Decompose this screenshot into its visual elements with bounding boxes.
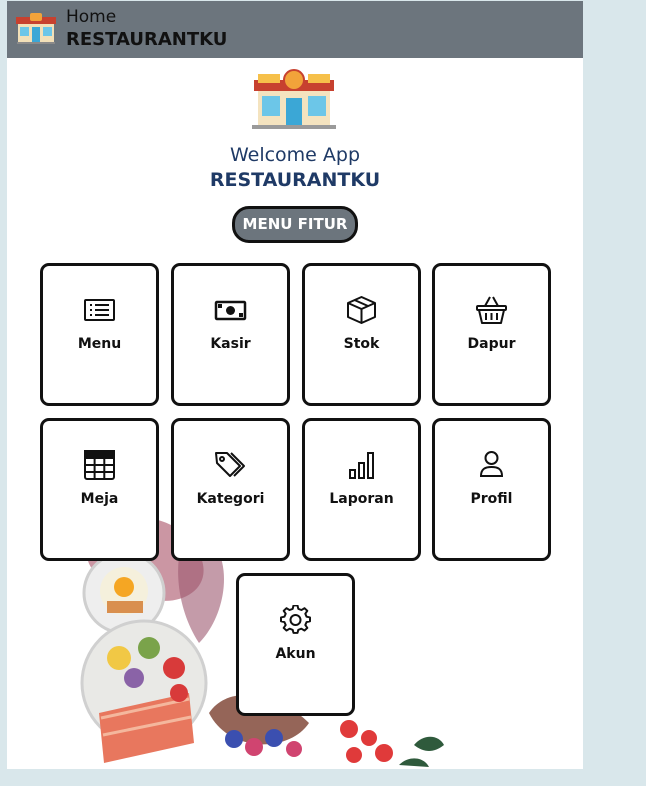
feature-label: Stok <box>343 336 380 352</box>
list-icon <box>84 299 115 321</box>
feature-card-menu[interactable]: Menu <box>40 263 159 406</box>
box-icon <box>347 296 376 324</box>
feature-label: Kategori <box>196 491 265 507</box>
feature-card-laporan[interactable]: Laporan <box>302 418 421 561</box>
app-header: Home RESTAURANTKU <box>7 1 583 58</box>
feature-label: Kasir <box>210 336 251 352</box>
feature-label: Laporan <box>329 491 394 507</box>
feature-card-dapur[interactable]: Dapur <box>432 263 551 406</box>
feature-card-profil[interactable]: Profil <box>432 418 551 561</box>
header-subtitle: RESTAURANTKU <box>66 29 228 50</box>
menu-fitur-button[interactable]: MENU FITUR <box>232 206 358 243</box>
feature-label: Akun <box>275 646 316 662</box>
header-title: Home <box>66 7 117 27</box>
feature-card-kategori[interactable]: Kategori <box>171 418 290 561</box>
basket-icon <box>476 296 507 324</box>
feature-card-stok[interactable]: Stok <box>302 263 421 406</box>
feature-label: Profil <box>470 491 513 507</box>
cash-icon <box>214 300 247 321</box>
bar-chart-icon <box>349 452 374 479</box>
feature-card-akun[interactable]: Akun <box>236 573 355 716</box>
welcome-app-name: RESTAURANTKU <box>209 169 381 191</box>
feature-card-kasir[interactable]: Kasir <box>171 263 290 406</box>
feature-card-meja[interactable]: Meja <box>40 418 159 561</box>
gear-icon <box>280 605 311 634</box>
feature-label: Meja <box>80 491 119 507</box>
app-window: Home RESTAURANTKU Welcome App RESTAURANT… <box>7 1 583 769</box>
feature-label: Dapur <box>467 336 516 352</box>
tags-icon <box>215 452 245 477</box>
table-icon <box>84 450 115 480</box>
welcome-title: Welcome App <box>229 144 361 166</box>
feature-label: Menu <box>77 336 122 352</box>
restaurant-logo <box>252 69 336 129</box>
person-icon <box>479 451 504 477</box>
restaurant-logo-icon <box>16 13 56 44</box>
